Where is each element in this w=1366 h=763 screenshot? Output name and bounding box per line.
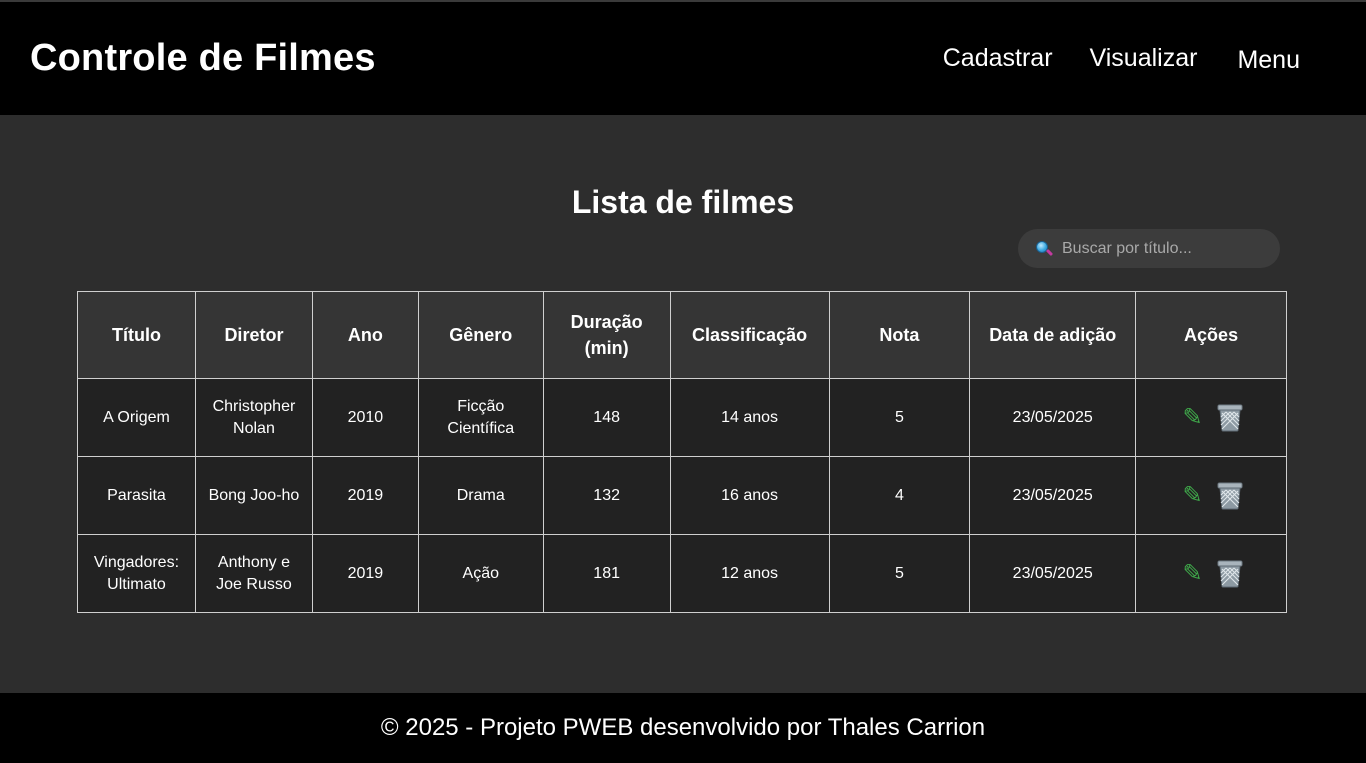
cell-duracao: 181	[542, 534, 671, 613]
column-header-genero: Gênero	[417, 291, 544, 379]
cell-genero: Ação	[417, 534, 544, 613]
wastebasket-icon	[1217, 404, 1243, 431]
cell-acoes: ✎	[1135, 456, 1287, 535]
table-row: Vingadores: Ultimato Anthony e Joe Russo…	[77, 534, 1287, 613]
wastebasket-icon	[1217, 560, 1243, 587]
pencil-icon: ✎	[1182, 481, 1203, 509]
edit-button[interactable]: ✎	[1182, 559, 1203, 587]
page-title: Lista de filmes	[571, 184, 795, 220]
cell-nota: 5	[828, 534, 971, 613]
cell-diretor: Anthony e Joe Russo	[194, 534, 313, 613]
row-actions: ✎	[1146, 482, 1276, 510]
column-header-ano: Ano	[311, 291, 419, 379]
table-header-row: Título Diretor Ano Gênero Duração (min) …	[77, 291, 1287, 379]
row-actions: ✎	[1146, 560, 1276, 588]
cell-titulo: Vingadores: Ultimato	[77, 534, 196, 613]
nav-link-menu[interactable]: Menu	[1237, 46, 1300, 75]
cell-classificacao: 16 anos	[669, 456, 830, 535]
nav-link-visualizar[interactable]: Visualizar	[1090, 44, 1198, 73]
wastebasket-icon	[1217, 482, 1243, 509]
search-input[interactable]	[1062, 239, 1272, 258]
column-header-acoes: Ações	[1135, 291, 1287, 379]
footer-text: © 2025 - Projeto PWEB desenvolvido por T…	[380, 714, 986, 741]
cell-genero: Drama	[417, 456, 544, 535]
magnifier-icon	[1035, 240, 1054, 258]
cell-classificacao: 12 anos	[669, 534, 830, 613]
delete-button[interactable]	[1217, 404, 1243, 432]
edit-button[interactable]: ✎	[1182, 481, 1203, 509]
cell-genero: Ficção Científica	[417, 378, 544, 457]
column-header-titulo: Título	[77, 291, 196, 379]
cell-diretor: Bong Joo-ho	[194, 456, 313, 535]
table-row: Parasita Bong Joo-ho 2019 Drama 132 16 a…	[77, 456, 1287, 535]
column-header-nota: Nota	[828, 291, 971, 379]
cell-acoes: ✎	[1135, 534, 1287, 613]
app-header: Controle de Filmes Cadastrar Visualizar …	[0, 2, 1366, 115]
delete-button[interactable]	[1217, 482, 1243, 510]
column-header-classificacao: Classificação	[669, 291, 830, 379]
cell-ano: 2019	[311, 534, 419, 613]
cell-titulo: A Origem	[77, 378, 196, 457]
cell-classificacao: 14 anos	[669, 378, 830, 457]
page-footer: © 2025 - Projeto PWEB desenvolvido por T…	[0, 693, 1366, 763]
cell-data: 23/05/2025	[969, 534, 1137, 613]
cell-ano: 2010	[311, 378, 419, 457]
column-header-data: Data de adição	[969, 291, 1137, 379]
cell-ano: 2019	[311, 456, 419, 535]
cell-acoes: ✎	[1135, 378, 1287, 457]
pencil-icon: ✎	[1182, 559, 1203, 587]
cell-nota: 5	[828, 378, 971, 457]
movies-table: Título Diretor Ano Gênero Duração (min) …	[77, 291, 1287, 613]
column-header-duracao: Duração (min)	[542, 291, 671, 379]
main-nav: Cadastrar Visualizar Menu	[943, 2, 1336, 115]
cell-data: 23/05/2025	[969, 378, 1137, 457]
nav-link-cadastrar[interactable]: Cadastrar	[943, 44, 1053, 73]
row-actions: ✎	[1146, 404, 1276, 432]
cell-titulo: Parasita	[77, 456, 196, 535]
pencil-icon: ✎	[1182, 403, 1203, 431]
cell-duracao: 132	[542, 456, 671, 535]
app-title: Controle de Filmes	[30, 37, 376, 79]
delete-button[interactable]	[1217, 560, 1243, 588]
cell-data: 23/05/2025	[969, 456, 1137, 535]
column-header-diretor: Diretor	[194, 291, 313, 379]
main-content: Lista de filmes Título Diretor Ano Gêner…	[0, 115, 1366, 693]
cell-nota: 4	[828, 456, 971, 535]
cell-diretor: Christopher Nolan	[194, 378, 313, 457]
table-row: A Origem Christopher Nolan 2010 Ficção C…	[77, 378, 1287, 457]
edit-button[interactable]: ✎	[1182, 403, 1203, 431]
search-box[interactable]	[1018, 229, 1280, 268]
cell-duracao: 148	[542, 378, 671, 457]
